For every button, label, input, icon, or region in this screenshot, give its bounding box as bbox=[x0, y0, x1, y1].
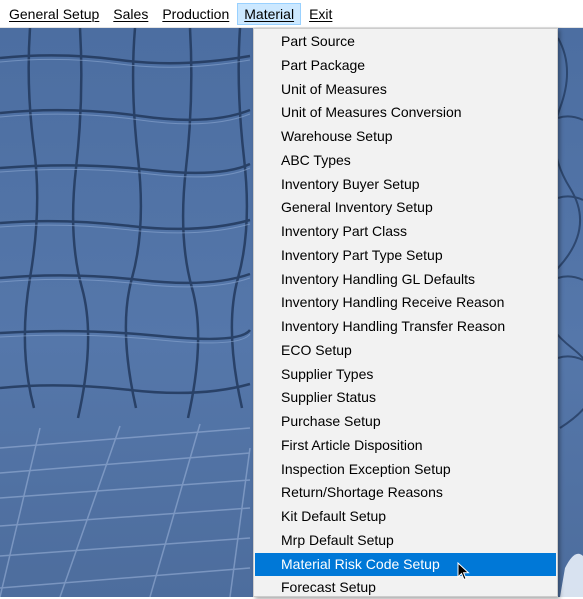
menu-item-material-risk-code-setup[interactable]: Material Risk Code Setup bbox=[255, 553, 556, 576]
menu-item-kit-default-setup[interactable]: Kit Default Setup bbox=[255, 505, 556, 528]
menu-item-inventory-handling-gl-defaults[interactable]: Inventory Handling GL Defaults bbox=[255, 268, 556, 291]
menu-item-supplier-types[interactable]: Supplier Types bbox=[255, 363, 556, 386]
menu-exit[interactable]: Exit bbox=[303, 3, 338, 25]
menu-item-eco-setup[interactable]: ECO Setup bbox=[255, 339, 556, 362]
menu-item-return-shortage-reasons[interactable]: Return/Shortage Reasons bbox=[255, 481, 556, 504]
menu-general-setup[interactable]: General Setup bbox=[3, 3, 105, 25]
menu-item-supplier-status[interactable]: Supplier Status bbox=[255, 386, 556, 409]
menu-item-first-article-disposition[interactable]: First Article Disposition bbox=[255, 434, 556, 457]
menu-production[interactable]: Production bbox=[156, 3, 235, 25]
menu-bar: General Setup Sales Production Material … bbox=[0, 0, 583, 28]
menu-item-abc-types[interactable]: ABC Types bbox=[255, 149, 556, 172]
menu-item-part-source[interactable]: Part Source bbox=[255, 30, 556, 53]
menu-item-inventory-buyer-setup[interactable]: Inventory Buyer Setup bbox=[255, 173, 556, 196]
menu-item-inventory-part-type-setup[interactable]: Inventory Part Type Setup bbox=[255, 244, 556, 267]
menu-item-part-package[interactable]: Part Package bbox=[255, 54, 556, 77]
material-dropdown-menu: Part Source Part Package Unit of Measure… bbox=[253, 28, 558, 597]
menu-item-inventory-handling-transfer-reason[interactable]: Inventory Handling Transfer Reason bbox=[255, 315, 556, 338]
menu-item-forecast-setup[interactable]: Forecast Setup bbox=[255, 576, 556, 599]
menu-item-general-inventory-setup[interactable]: General Inventory Setup bbox=[255, 196, 556, 219]
menu-item-purchase-setup[interactable]: Purchase Setup bbox=[255, 410, 556, 433]
menu-sales[interactable]: Sales bbox=[107, 3, 154, 25]
menu-item-inventory-handling-receive-reason[interactable]: Inventory Handling Receive Reason bbox=[255, 291, 556, 314]
menu-item-warehouse-setup[interactable]: Warehouse Setup bbox=[255, 125, 556, 148]
menu-item-mrp-default-setup[interactable]: Mrp Default Setup bbox=[255, 529, 556, 552]
menu-material[interactable]: Material bbox=[237, 2, 302, 25]
menu-item-unit-of-measures-conversion[interactable]: Unit of Measures Conversion bbox=[255, 101, 556, 124]
menu-item-inventory-part-class[interactable]: Inventory Part Class bbox=[255, 220, 556, 243]
menu-item-unit-of-measures[interactable]: Unit of Measures bbox=[255, 78, 556, 101]
mouse-pointer-icon bbox=[457, 562, 470, 581]
menu-item-inspection-exception-setup[interactable]: Inspection Exception Setup bbox=[255, 458, 556, 481]
